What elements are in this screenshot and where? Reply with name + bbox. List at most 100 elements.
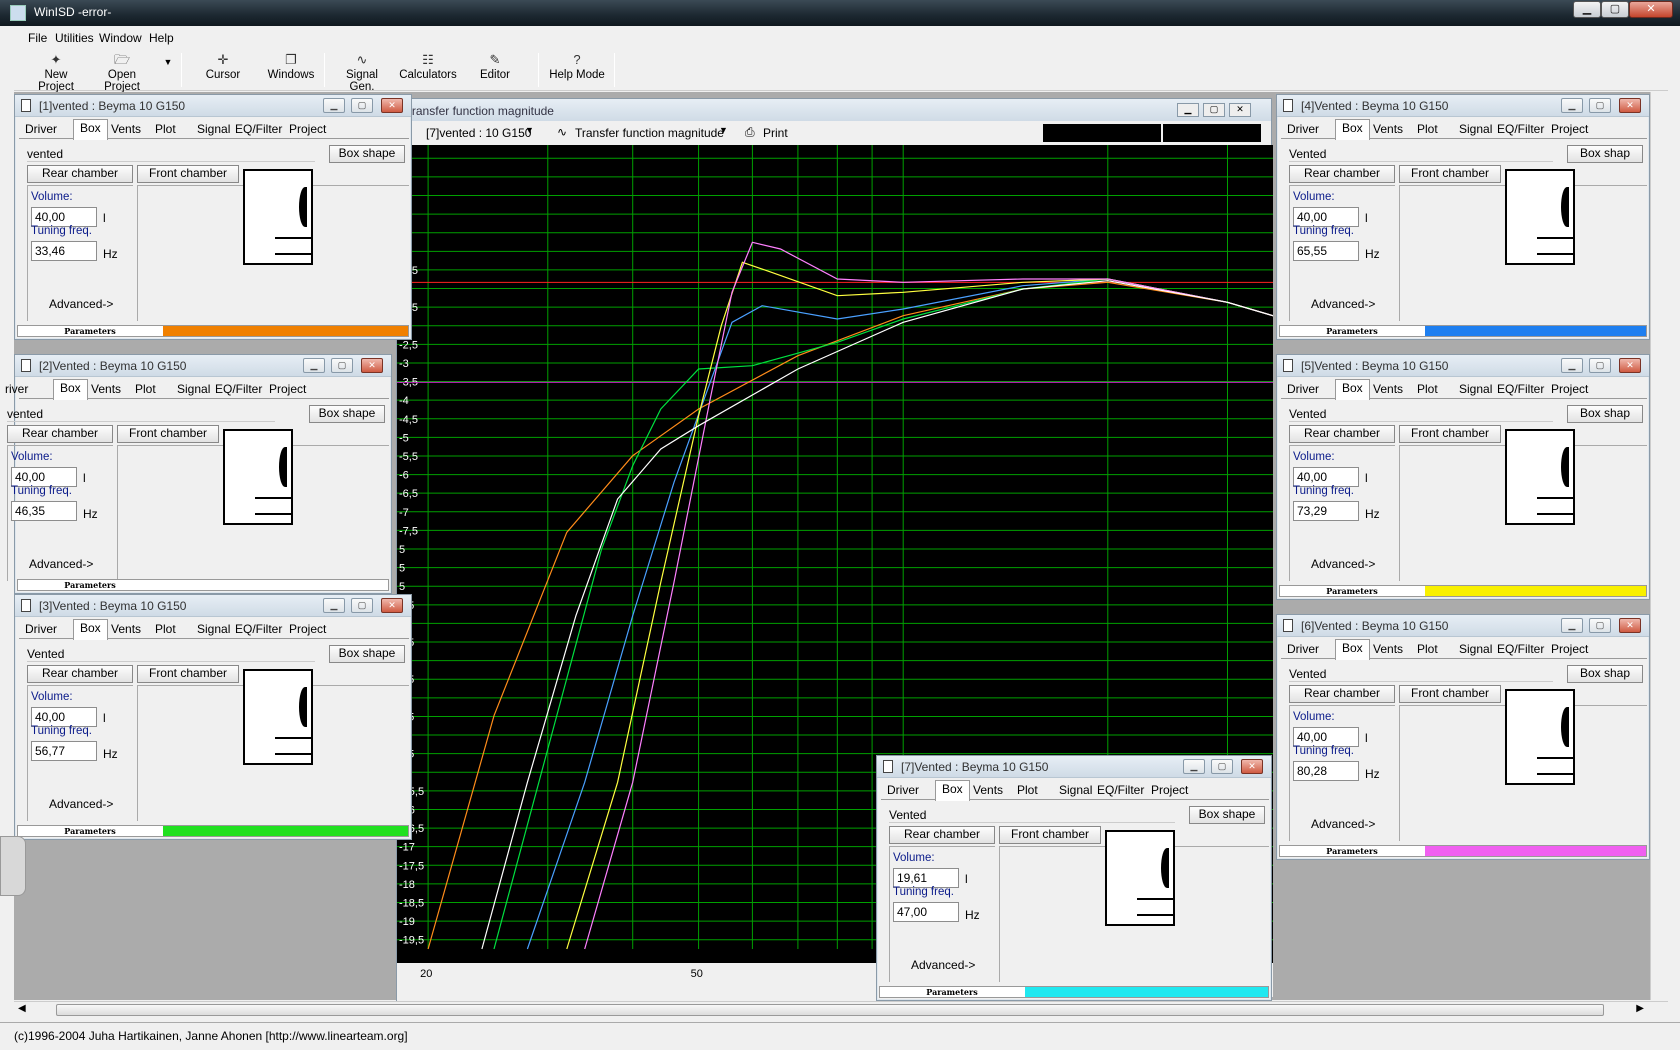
tab-vents[interactable]: Vents — [111, 622, 141, 639]
advanced-button[interactable]: Advanced-> — [911, 958, 975, 972]
calculators-button[interactable]: ☷ Calculators — [396, 49, 460, 91]
front-chamber-tab[interactable]: Front chamber — [117, 425, 219, 443]
child-maximize-button[interactable]: ▢ — [331, 358, 353, 373]
child-maximize-button[interactable]: ▢ — [1589, 618, 1611, 633]
child-close-button[interactable]: ✕ — [1619, 618, 1641, 633]
front-chamber-tab[interactable]: Front chamber — [999, 826, 1101, 844]
tab-plot[interactable]: Plot — [155, 122, 176, 139]
tab-plot[interactable]: Plot — [1017, 783, 1038, 800]
tab-box[interactable]: Box — [73, 119, 108, 140]
editor-button[interactable]: ✎ Editor — [470, 49, 520, 91]
tab-signal[interactable]: Signal — [1459, 382, 1492, 399]
tuning-input[interactable]: 56,77 — [31, 741, 97, 761]
tab-project[interactable]: Project — [1151, 783, 1188, 800]
tab-plot[interactable]: Plot — [1417, 642, 1438, 659]
box-type-field[interactable]: vented — [27, 147, 315, 162]
child-close-button[interactable]: ✕ — [381, 598, 403, 613]
tab-project[interactable]: Project — [289, 622, 326, 639]
project-select[interactable]: [7]vented : 10 G150 — [426, 126, 531, 140]
minimize-button[interactable]: ▁ — [1573, 1, 1601, 18]
menu-help[interactable]: Help — [149, 31, 174, 45]
child-minimize-button[interactable]: ▁ — [323, 98, 345, 113]
menu-file[interactable]: File — [28, 31, 47, 45]
parameters-bar[interactable]: Parameters — [1279, 845, 1647, 857]
tab-vents[interactable]: Vents — [1373, 642, 1403, 659]
vertical-scrollbar[interactable] — [1650, 92, 1668, 1000]
tab-signal[interactable]: Signal — [197, 122, 230, 139]
child-minimize-button[interactable]: ▁ — [1561, 618, 1583, 633]
box-type-field[interactable]: Vented — [889, 808, 1175, 823]
tab-box[interactable]: Box — [935, 780, 970, 801]
tab-eq-filter[interactable]: EQ/Filter — [1097, 783, 1144, 800]
tab-signal[interactable]: Signal — [197, 622, 230, 639]
box-type-field[interactable]: vented — [7, 407, 275, 422]
tab-project[interactable]: Project — [1551, 382, 1588, 399]
box-shape-button[interactable]: Box shap — [1567, 405, 1643, 423]
child-close-button[interactable]: ✕ — [1619, 358, 1641, 373]
rear-chamber-tab[interactable]: Rear chamber — [1289, 165, 1395, 183]
box-shape-button[interactable]: Box shape — [1189, 806, 1265, 824]
tuning-input[interactable]: 65,55 — [1293, 241, 1359, 261]
tab-eq-filter[interactable]: EQ/Filter — [235, 622, 282, 639]
tab-box[interactable]: Box — [73, 619, 108, 640]
tab-signal[interactable]: Signal — [1459, 642, 1492, 659]
tab-box[interactable]: Box — [53, 379, 88, 400]
tab-eq-filter[interactable]: EQ/Filter — [235, 122, 282, 139]
volume-input[interactable]: 40,00 — [11, 467, 77, 487]
child-maximize-button[interactable]: ▢ — [1211, 759, 1233, 774]
child-close-button[interactable]: ✕ — [1619, 98, 1641, 113]
parameters-bar[interactable]: Parameters — [17, 579, 389, 591]
side-panel-handle[interactable] — [0, 836, 26, 896]
parameters-bar[interactable]: Parameters — [1279, 325, 1647, 337]
tab-eq-filter[interactable]: EQ/Filter — [1497, 642, 1544, 659]
tab-plot[interactable]: Plot — [1417, 382, 1438, 399]
tab-driver[interactable]: Driver — [25, 622, 57, 639]
box-shape-button[interactable]: Box shape — [329, 645, 405, 663]
box-shape-button[interactable]: Box shape — [309, 405, 385, 423]
tab-vents[interactable]: Vents — [91, 382, 121, 399]
child-minimize-button[interactable]: ▁ — [1183, 759, 1205, 774]
rear-chamber-tab[interactable]: Rear chamber — [1289, 425, 1395, 443]
tab-project[interactable]: Project — [1551, 122, 1588, 139]
advanced-button[interactable]: Advanced-> — [1311, 817, 1375, 831]
child-minimize-button[interactable]: ▁ — [303, 358, 325, 373]
tab-vents[interactable]: Vents — [111, 122, 141, 139]
cursor-button[interactable]: ✛ Cursor — [192, 49, 254, 91]
tab-project[interactable]: Project — [1551, 642, 1588, 659]
front-chamber-tab[interactable]: Front chamber — [1399, 685, 1501, 703]
tab-project[interactable]: Project — [289, 122, 326, 139]
tab-driver[interactable]: Driver — [1287, 122, 1319, 139]
advanced-button[interactable]: Advanced-> — [29, 557, 93, 571]
front-chamber-tab[interactable]: Front chamber — [137, 165, 239, 183]
box-shape-button[interactable]: Box shap — [1567, 665, 1643, 683]
tab-vents[interactable]: Vents — [973, 783, 1003, 800]
volume-input[interactable]: 40,00 — [1293, 467, 1359, 487]
volume-input[interactable]: 40,00 — [31, 207, 97, 227]
scroll-thumb[interactable] — [56, 1004, 1604, 1016]
close-button[interactable]: ✕ — [1629, 1, 1673, 18]
front-chamber-tab[interactable]: Front chamber — [137, 665, 239, 683]
advanced-button[interactable]: Advanced-> — [1311, 297, 1375, 311]
tab-driver[interactable]: Driver — [887, 783, 919, 800]
tab-eq-filter[interactable]: EQ/Filter — [215, 382, 262, 399]
tab-eq-filter[interactable]: EQ/Filter — [1497, 382, 1544, 399]
rear-chamber-tab[interactable]: Rear chamber — [889, 826, 995, 844]
front-chamber-tab[interactable]: Front chamber — [1399, 425, 1501, 443]
child-maximize-button[interactable]: ▢ — [1589, 358, 1611, 373]
graph-close-button[interactable]: ✕ — [1229, 103, 1251, 117]
rear-chamber-tab[interactable]: Rear chamber — [27, 165, 133, 183]
tuning-input[interactable]: 33,46 — [31, 241, 97, 261]
tab-vents[interactable]: Vents — [1373, 122, 1403, 139]
plot-type-arrow-icon[interactable]: ▼ — [719, 125, 728, 135]
tab-box[interactable]: Box — [1335, 379, 1370, 400]
child-maximize-button[interactable]: ▢ — [351, 98, 373, 113]
tuning-input[interactable]: 73,29 — [1293, 501, 1359, 521]
graph-maximize-button[interactable]: ▢ — [1203, 103, 1225, 117]
parameters-bar[interactable]: Parameters — [17, 825, 409, 837]
tab-eq-filter[interactable]: EQ/Filter — [1497, 122, 1544, 139]
tab-project[interactable]: Project — [269, 382, 306, 399]
advanced-button[interactable]: Advanced-> — [1311, 557, 1375, 571]
tab-driver[interactable]: river — [5, 382, 28, 399]
horizontal-scrollbar[interactable]: ◀ ▶ — [14, 1001, 1668, 1018]
menu-window[interactable]: Window — [99, 31, 142, 45]
